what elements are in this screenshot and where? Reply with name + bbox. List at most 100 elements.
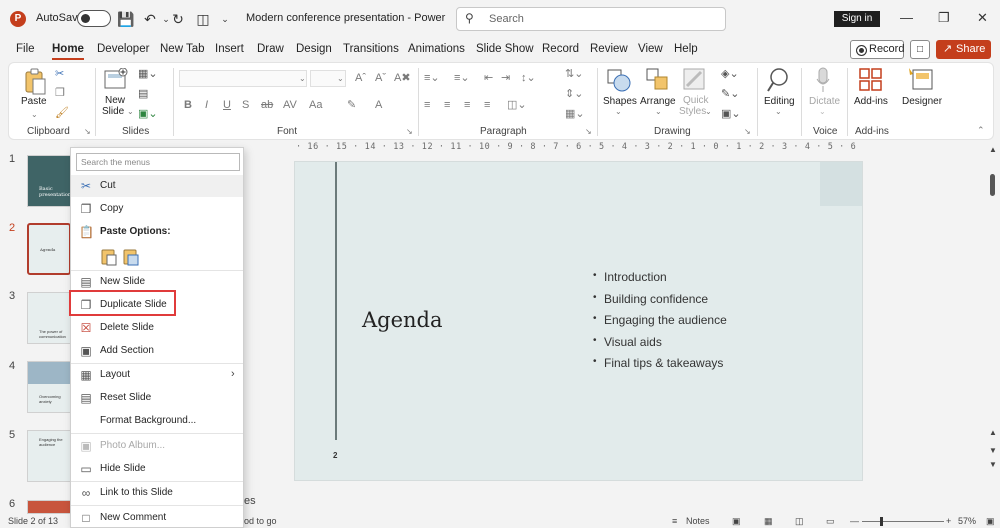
- cut-icon[interactable]: ✂: [55, 68, 64, 80]
- slide-title[interactable]: Agenda: [362, 308, 443, 332]
- zoom-in-icon[interactable]: +: [946, 516, 951, 526]
- menu-item-reset-slide[interactable]: ▤ Reset Slide: [71, 387, 243, 409]
- font-launcher-icon[interactable]: ↘: [406, 126, 413, 138]
- thumbnail-slide-4[interactable]: Overcoming anxiety: [27, 361, 71, 413]
- tab-view[interactable]: View: [638, 43, 663, 55]
- menu-item-layout[interactable]: ▦ Layout ›: [71, 364, 243, 386]
- menu-item-add-section[interactable]: ▣ Add Section: [71, 340, 243, 362]
- tab-insert[interactable]: Insert: [215, 43, 244, 55]
- designer-label[interactable]: Designer: [902, 96, 942, 107]
- scrollbar-thumb[interactable]: [990, 174, 995, 196]
- menu-item-new-comment[interactable]: □ New Comment: [71, 507, 243, 527]
- scroll-up-icon[interactable]: ▲: [989, 145, 997, 154]
- paragraph-launcher-icon[interactable]: ↘: [585, 126, 592, 138]
- clear-formatting-icon[interactable]: A✖: [394, 72, 411, 84]
- next-slide-icon[interactable]: ▼: [989, 446, 997, 455]
- zoom-percentage[interactable]: 57%: [958, 516, 976, 526]
- menu-item-link-to-slide[interactable]: ∞ Link to this Slide: [71, 482, 243, 504]
- quick-styles-dropdown-icon[interactable]: ⌄: [705, 106, 712, 118]
- drawing-launcher-icon[interactable]: ↘: [744, 126, 751, 138]
- justify-icon[interactable]: ≡: [484, 99, 490, 111]
- underline-icon[interactable]: U: [223, 99, 231, 111]
- share-button[interactable]: Share: [936, 40, 991, 59]
- decrease-indent-icon[interactable]: ⇤: [484, 72, 493, 84]
- format-painter-icon[interactable]: 🖌: [55, 107, 69, 119]
- menu-item-copy[interactable]: ❐ Copy: [71, 198, 243, 220]
- close-icon[interactable]: ✕: [977, 10, 988, 26]
- reading-view-icon[interactable]: ◫: [795, 516, 804, 527]
- quick-styles-icon[interactable]: [683, 68, 707, 92]
- menu-item-delete-slide[interactable]: ☒ Delete Slide: [71, 317, 243, 339]
- menu-item-photo-album[interactable]: ▣ Photo Album...: [71, 435, 243, 457]
- notes-pane[interactable]: es: [244, 492, 986, 514]
- tab-home[interactable]: Home: [52, 43, 84, 60]
- change-case-icon[interactable]: Aa: [309, 99, 322, 111]
- normal-view-icon[interactable]: ▣: [732, 516, 741, 527]
- thumbnail-slide-1[interactable]: Basic presentation: [27, 155, 71, 207]
- thumbnail-slide-5[interactable]: Engaging the audience: [27, 430, 71, 482]
- collapse-ribbon-icon[interactable]: ⌃: [977, 124, 985, 136]
- shadow-icon[interactable]: S: [242, 99, 249, 111]
- menu-item-hide-slide[interactable]: ▭ Hide Slide: [71, 458, 243, 480]
- notes-icon[interactable]: ≡: [672, 516, 677, 526]
- current-slide[interactable]: Agenda Introduction Building confidence …: [294, 161, 863, 481]
- minimize-icon[interactable]: —: [900, 10, 913, 25]
- font-size-dropdown-icon[interactable]: ⌄: [337, 73, 344, 85]
- line-spacing-icon[interactable]: ↕⌄: [521, 72, 536, 84]
- slideshow-view-icon[interactable]: ▭: [826, 516, 835, 527]
- shape-effects-icon[interactable]: ▣⌄: [721, 108, 741, 120]
- tab-new-tab[interactable]: New Tab: [160, 43, 205, 55]
- search-input[interactable]: ⚲ Search: [456, 7, 726, 31]
- vertical-scrollbar[interactable]: ▲ ▲ ▼ ▼: [986, 140, 1000, 514]
- menu-item-format-background[interactable]: Format Background...: [71, 410, 243, 432]
- italic-icon[interactable]: I: [205, 99, 208, 111]
- paste-label[interactable]: Paste: [21, 96, 47, 107]
- zoom-slider[interactable]: [862, 521, 944, 522]
- zoom-slider-knob[interactable]: [880, 517, 883, 526]
- text-direction-icon[interactable]: ⇅⌄: [565, 68, 583, 80]
- autosave-toggle[interactable]: [77, 10, 111, 27]
- editing-dropdown-icon[interactable]: ⌄: [775, 106, 782, 118]
- increase-indent-icon[interactable]: ⇥: [501, 72, 510, 84]
- thumbnail-slide-2[interactable]: Agenda: [27, 223, 71, 275]
- paste-as-picture-icon[interactable]: [123, 248, 139, 266]
- shape-outline-icon[interactable]: ✎⌄: [721, 88, 739, 100]
- tab-review[interactable]: Review: [590, 43, 628, 55]
- comments-button[interactable]: □: [910, 40, 930, 59]
- layout-icon[interactable]: ▦⌄: [138, 68, 158, 80]
- paste-dropdown-icon[interactable]: ⌄: [31, 109, 38, 121]
- scroll-down-icon[interactable]: ▼: [989, 460, 997, 469]
- arrange-dropdown-icon[interactable]: ⌄: [655, 106, 662, 118]
- shapes-icon[interactable]: [607, 68, 631, 92]
- quick-styles-label-2[interactable]: Styles: [679, 106, 706, 117]
- thumbnail-slide-6[interactable]: [27, 500, 71, 514]
- menu-item-cut[interactable]: ✂ Cut: [71, 175, 243, 197]
- redo-icon[interactable]: ↻: [168, 9, 188, 29]
- align-center-icon[interactable]: ≡: [444, 99, 450, 111]
- record-button[interactable]: Record: [850, 40, 904, 59]
- align-left-icon[interactable]: ≡: [424, 99, 430, 111]
- tab-slide-show[interactable]: Slide Show: [476, 43, 534, 55]
- microphone-icon[interactable]: [815, 67, 831, 93]
- menu-search-input[interactable]: Search the menus: [76, 153, 240, 171]
- section-icon[interactable]: ▣⌄: [138, 108, 158, 120]
- slide-bullet-list[interactable]: Introduction Building confidence Engagin…: [593, 270, 727, 378]
- strikethrough-icon[interactable]: ab: [261, 99, 273, 111]
- zoom-out-icon[interactable]: —: [850, 516, 859, 526]
- customize-toolbar-icon[interactable]: ⌄: [215, 9, 235, 29]
- tab-help[interactable]: Help: [674, 43, 698, 55]
- new-slide-label-2[interactable]: Slide: [102, 106, 124, 117]
- restore-icon[interactable]: ❐: [938, 10, 950, 26]
- paste-keep-formatting-icon[interactable]: [101, 248, 117, 266]
- smartart-icon[interactable]: ▦⌄: [565, 108, 585, 120]
- save-icon[interactable]: 💾: [116, 9, 136, 29]
- tab-developer[interactable]: Developer: [97, 43, 149, 55]
- tab-file[interactable]: File: [16, 43, 35, 55]
- clipboard-launcher-icon[interactable]: ↘: [84, 126, 91, 138]
- previous-slide-icon[interactable]: ▲: [989, 428, 997, 437]
- increase-font-icon[interactable]: Aˆ: [355, 72, 366, 84]
- sign-in-button[interactable]: Sign in: [834, 11, 880, 27]
- dictate-dropdown-icon[interactable]: ⌄: [819, 106, 826, 118]
- tab-transitions[interactable]: Transitions: [343, 43, 399, 55]
- slide-sorter-icon[interactable]: ▦: [764, 516, 773, 527]
